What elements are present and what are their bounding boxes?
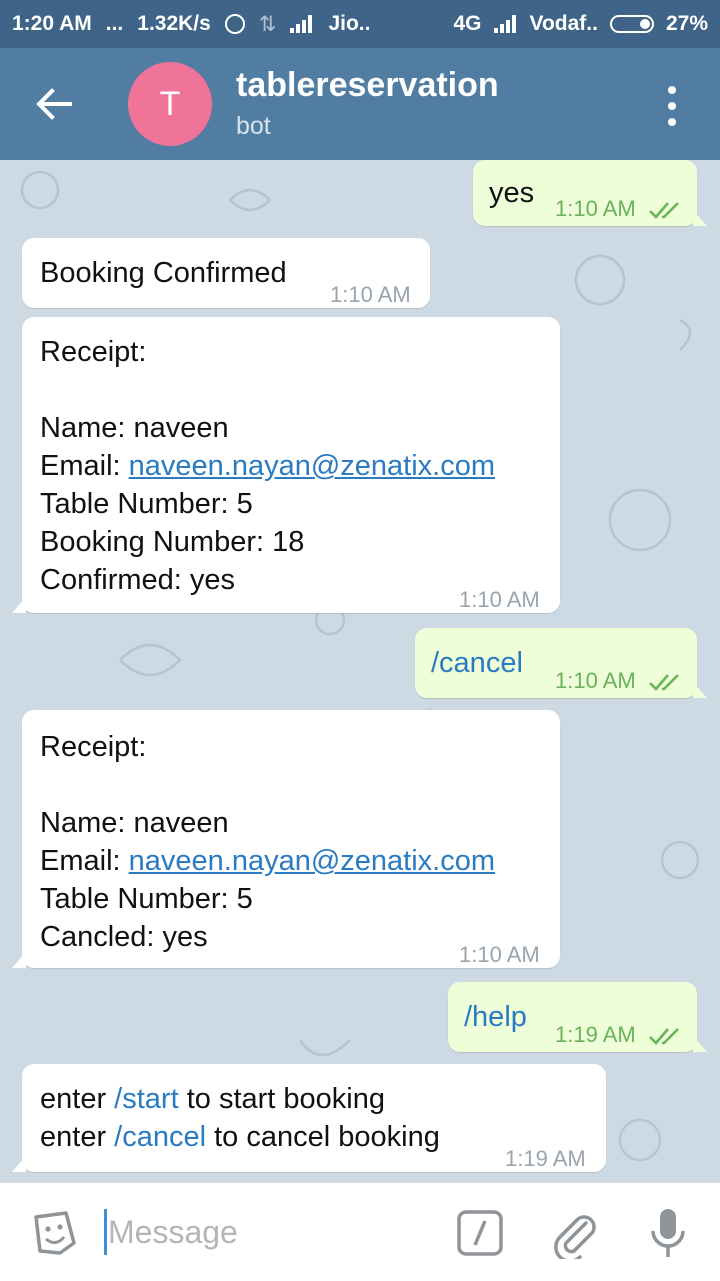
message-composer xyxy=(0,1182,720,1281)
message-text: Booking Confirmed xyxy=(40,257,287,289)
message-time-text: 1:10 AM xyxy=(555,668,636,693)
outgoing-message[interactable]: yes 1:10 AM xyxy=(473,160,707,228)
chat-header: T tablereservation bot xyxy=(0,48,720,160)
email-link[interactable]: naveen.nayan@zenatix.com xyxy=(129,450,495,482)
receipt-table-number: Table Number: 5 xyxy=(40,488,253,520)
receipt-status: Cancled: yes xyxy=(40,921,208,953)
receipt-heading: Receipt: xyxy=(40,731,147,763)
status-bar: 1:20 AM ... 1.32K/s ⇅ Jio.. 4G Vodaf.. 2… xyxy=(0,0,720,48)
microphone-icon xyxy=(651,1209,685,1257)
message-text[interactable]: /cancel xyxy=(431,644,523,682)
bot-command-icon xyxy=(457,1210,503,1256)
battery-level: 27% xyxy=(665,12,708,35)
message-time: 1:10 AM xyxy=(555,190,682,228)
incoming-message[interactable]: Receipt: Name: naveen Email: naveen.naya… xyxy=(12,710,560,968)
status-dots: ... xyxy=(105,12,124,35)
help-line-cancel: enter /cancel to cancel booking xyxy=(40,1118,440,1156)
bot-command-button[interactable] xyxy=(456,1209,504,1257)
message-time: 1:19 AM xyxy=(505,1146,586,1171)
outgoing-message[interactable]: /cancel 1:10 AM xyxy=(415,628,707,700)
receipt-email-row: Email: naveen.nayan@zenatix.com xyxy=(40,842,495,880)
voice-record-button[interactable] xyxy=(648,1207,688,1261)
receipt-name: Name: naveen xyxy=(40,807,229,839)
double-check-icon xyxy=(648,202,679,220)
help-text: enter xyxy=(40,1121,115,1153)
receipt-table-number: Table Number: 5 xyxy=(40,883,253,915)
incoming-message[interactable]: Receipt: Name: naveen Email: naveen.naya… xyxy=(12,317,560,613)
message-time-text: 1:19 AM xyxy=(555,1022,636,1047)
receipt-booking-number: Booking Number: 18 xyxy=(40,526,305,558)
message-text: yes xyxy=(489,177,535,209)
cancel-command-link[interactable]: /cancel xyxy=(114,1121,206,1153)
receipt-name: Name: naveen xyxy=(40,412,229,444)
help-line-start: enter /start to start booking xyxy=(40,1080,440,1118)
chat-subtitle: bot xyxy=(236,112,271,140)
sticker-icon xyxy=(34,1211,76,1255)
email-link[interactable]: naveen.nayan@zenatix.com xyxy=(129,845,495,877)
double-check-icon xyxy=(648,1028,679,1046)
message-time: 1:10 AM xyxy=(459,587,540,612)
sticker-button[interactable] xyxy=(30,1209,78,1257)
message-time: 1:10 AM xyxy=(330,282,411,307)
message-text[interactable]: /help xyxy=(464,998,527,1036)
incoming-message[interactable]: enter /start to start booking enter /can… xyxy=(12,1064,606,1172)
message-list[interactable]: yes 1:10 AM Booking Confirmed 1:10 AM Re… xyxy=(0,160,720,1182)
back-button[interactable] xyxy=(26,76,82,132)
message-time: 1:10 AM xyxy=(459,942,540,967)
receipt-email-row: Email: naveen.nayan@zenatix.com xyxy=(40,447,495,485)
message-input[interactable] xyxy=(104,1205,442,1259)
avatar-letter: T xyxy=(159,84,181,123)
attach-button[interactable] xyxy=(550,1207,600,1263)
alarm-icon xyxy=(224,14,245,34)
receipt-heading: Receipt: xyxy=(40,336,147,368)
more-options-button[interactable] xyxy=(650,78,694,134)
receipt-status: Confirmed: yes xyxy=(40,564,236,596)
double-check-icon xyxy=(648,674,679,692)
carrier-vodafone: Vodaf.. xyxy=(529,12,598,35)
chat-title[interactable]: tablereservation xyxy=(236,66,499,105)
start-command-link[interactable]: /start xyxy=(114,1083,178,1115)
message-time: 1:19 AM xyxy=(555,1016,682,1054)
battery-icon xyxy=(609,15,654,33)
avatar[interactable]: T xyxy=(128,62,212,146)
message-time-text: 1:10 AM xyxy=(555,196,636,221)
network-type: 4G xyxy=(453,12,482,35)
receipt-email-label: Email: xyxy=(40,845,129,877)
back-arrow-icon xyxy=(36,88,72,120)
paperclip-icon xyxy=(554,1215,596,1263)
help-text: to cancel booking xyxy=(206,1121,440,1153)
help-text: to start booking xyxy=(178,1083,385,1115)
message-time: 1:10 AM xyxy=(555,662,682,700)
signal-icon xyxy=(493,15,518,33)
status-time: 1:20 AM xyxy=(12,12,92,35)
signal-icon xyxy=(290,15,314,33)
network-speed: 1.32K/s xyxy=(137,12,211,35)
receipt-email-label: Email: xyxy=(40,450,129,482)
data-transfer-icon: ⇅ xyxy=(258,12,277,36)
help-text: enter xyxy=(40,1083,115,1115)
outgoing-message[interactable]: /help 1:19 AM xyxy=(448,982,707,1054)
incoming-message[interactable]: Booking Confirmed 1:10 AM xyxy=(22,238,430,308)
receipt-blank-line xyxy=(40,371,495,409)
carrier-jio: Jio.. xyxy=(328,12,371,35)
receipt-blank-line xyxy=(40,766,495,804)
